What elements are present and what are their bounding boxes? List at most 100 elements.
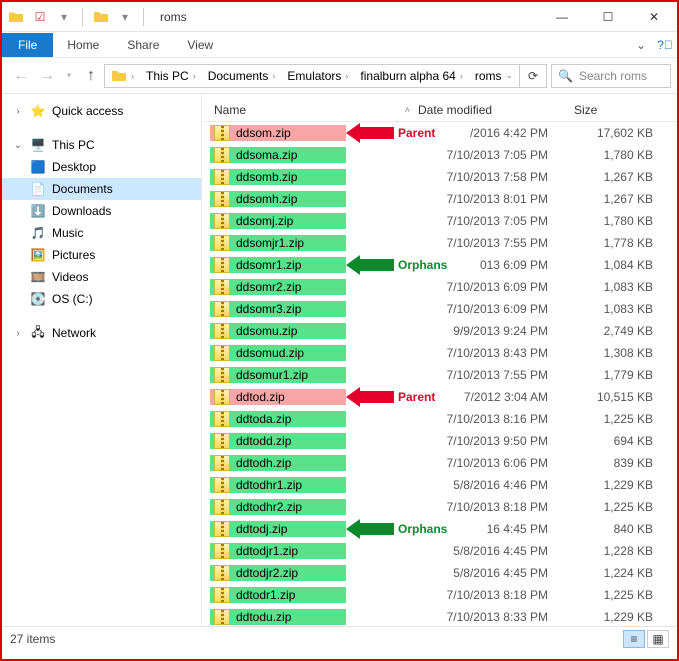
chevron-down-icon[interactable]: ⌄ — [12, 140, 24, 151]
nav-documents[interactable]: 📄Documents — [2, 178, 201, 200]
file-row[interactable]: ddtodjr1.zip5/8/2016 4:45 PM1,228 KB — [202, 540, 677, 562]
file-name-cell[interactable]: ddtodu.zip — [210, 609, 346, 625]
tab-file[interactable]: File — [2, 33, 53, 57]
chevron-right-icon[interactable]: › — [268, 71, 279, 81]
file-row[interactable]: ddsomud.zip7/10/2013 8:43 PM1,308 KB — [202, 342, 677, 364]
breadcrumb-emulators[interactable]: Emulators› — [281, 69, 354, 83]
close-button[interactable]: ✕ — [631, 2, 677, 32]
file-row[interactable]: ddtodd.zip7/10/2013 9:50 PM694 KB — [202, 430, 677, 452]
file-row[interactable]: ddsomjr1.zip7/10/2013 7:55 PM1,778 KB — [202, 232, 677, 254]
file-name-cell[interactable]: ddtodhr2.zip — [210, 499, 346, 515]
file-name-cell[interactable]: ddsom.zip — [210, 125, 346, 141]
chevron-right-icon[interactable]: › — [12, 106, 24, 117]
breadcrumb-this-pc[interactable]: This PC› — [140, 69, 202, 83]
file-name-cell[interactable]: ddtodjr1.zip — [210, 543, 346, 559]
tab-home[interactable]: Home — [53, 33, 113, 57]
file-name-cell[interactable]: ddsomjr1.zip — [210, 235, 346, 251]
breadcrumb-finalburn[interactable]: finalburn alpha 64› — [354, 69, 468, 83]
file-name-cell[interactable]: ddsomur1.zip — [210, 367, 346, 383]
nav-downloads[interactable]: ⬇️Downloads — [2, 200, 201, 222]
details-view-button[interactable]: ≡ — [623, 630, 645, 648]
chevron-right-icon[interactable]: › — [456, 71, 467, 81]
qat-dropdown-icon[interactable]: ▾ — [56, 9, 72, 25]
properties-icon[interactable]: ☑ — [32, 9, 48, 25]
file-row[interactable]: ddtoda.zip7/10/2013 8:16 PM1,225 KB — [202, 408, 677, 430]
titlebar: ☑ ▾ ▾ roms — ☐ ✕ — [2, 2, 677, 32]
file-name-cell[interactable]: ddsoma.zip — [210, 147, 346, 163]
file-name-cell[interactable]: ddsomb.zip — [210, 169, 346, 185]
qat-dropdown-icon[interactable]: ▾ — [117, 9, 133, 25]
refresh-button[interactable]: ⟳ — [519, 65, 546, 87]
history-dropdown-icon[interactable]: ▾ — [60, 63, 78, 89]
nav-pictures[interactable]: 🖼️Pictures — [2, 244, 201, 266]
breadcrumb-pc-icon[interactable]: › — [105, 68, 140, 84]
chevron-right-icon[interactable]: › — [341, 71, 352, 81]
file-row[interactable]: ddtodjr2.zip5/8/2016 4:45 PM1,224 KB — [202, 562, 677, 584]
file-row[interactable]: ddsomr2.zip7/10/2013 6:09 PM1,083 KB — [202, 276, 677, 298]
file-name-cell[interactable]: ddtodjr2.zip — [210, 565, 346, 581]
file-row[interactable]: ddsomu.zip9/9/2013 9:24 PM2,749 KB — [202, 320, 677, 342]
zip-icon — [214, 301, 230, 317]
up-button[interactable]: ↑ — [78, 63, 104, 89]
back-button[interactable]: ← — [8, 63, 34, 89]
file-name-cell[interactable]: ddsomu.zip — [210, 323, 346, 339]
file-row[interactable]: ddtodj.zip16 4:45 PM840 KB — [202, 518, 677, 540]
file-list[interactable]: ddsom.zip/2016 4:42 PM17,602 KBParentdds… — [202, 122, 677, 626]
tab-view[interactable]: View — [173, 33, 227, 57]
address-bar[interactable]: › This PC› Documents› Emulators› finalbu… — [104, 64, 547, 88]
breadcrumb-documents[interactable]: Documents› — [202, 69, 282, 83]
chevron-right-icon[interactable]: › — [12, 328, 24, 339]
breadcrumb-roms[interactable]: roms⌄ — [469, 69, 519, 83]
file-row[interactable]: ddtodhr2.zip7/10/2013 8:18 PM1,225 KB — [202, 496, 677, 518]
file-name-cell[interactable]: ddtodh.zip — [210, 455, 346, 471]
nav-videos[interactable]: 🎞️Videos — [2, 266, 201, 288]
file-row[interactable]: ddtodh.zip7/10/2013 6:06 PM839 KB — [202, 452, 677, 474]
chevron-right-icon[interactable]: › — [189, 71, 200, 81]
forward-button[interactable]: → — [34, 63, 60, 89]
nav-music[interactable]: 🎵Music — [2, 222, 201, 244]
nav-network[interactable]: › 🖧 Network — [2, 322, 201, 344]
file-name-cell[interactable]: ddsomh.zip — [210, 191, 346, 207]
file-row[interactable]: ddsomb.zip7/10/2013 7:58 PM1,267 KB — [202, 166, 677, 188]
chevron-down-icon[interactable]: ⌄ — [502, 70, 518, 81]
file-row[interactable]: ddsoma.zip7/10/2013 7:05 PM1,780 KB — [202, 144, 677, 166]
help-icon[interactable]: ?⃝ — [653, 38, 677, 52]
file-row[interactable]: ddsomur1.zip7/10/2013 7:55 PM1,779 KB — [202, 364, 677, 386]
column-size[interactable]: Size — [566, 103, 677, 117]
file-row[interactable]: ddtod.zip7/2012 3:04 AM10,515 KB — [202, 386, 677, 408]
file-name-cell[interactable]: ddtodhr1.zip — [210, 477, 346, 493]
file-row[interactable]: ddtodu.zip7/10/2013 8:33 PM1,229 KB — [202, 606, 677, 626]
nav-desktop[interactable]: 🟦Desktop — [2, 156, 201, 178]
nav-os-drive[interactable]: 💽OS (C:) — [2, 288, 201, 310]
column-name[interactable]: Name ˄ — [202, 103, 418, 117]
file-name-cell[interactable]: ddsomr2.zip — [210, 279, 346, 295]
chevron-right-icon[interactable]: › — [127, 71, 138, 81]
file-name-cell[interactable]: ddtodr1.zip — [210, 587, 346, 603]
file-name-cell[interactable]: ddsomj.zip — [210, 213, 346, 229]
file-row[interactable]: ddsom.zip/2016 4:42 PM17,602 KB — [202, 122, 677, 144]
file-row[interactable]: ddtodhr1.zip5/8/2016 4:46 PM1,229 KB — [202, 474, 677, 496]
file-name-cell[interactable]: ddtodd.zip — [210, 433, 346, 449]
file-row[interactable]: ddsomh.zip7/10/2013 8:01 PM1,267 KB — [202, 188, 677, 210]
file-name-cell[interactable]: ddtodj.zip — [210, 521, 346, 537]
file-name: ddsom.zip — [236, 126, 291, 140]
file-row[interactable]: ddsomr3.zip7/10/2013 6:09 PM1,083 KB — [202, 298, 677, 320]
file-row[interactable]: ddtodr1.zip7/10/2013 8:18 PM1,225 KB — [202, 584, 677, 606]
search-box[interactable]: 🔍 Search roms — [551, 64, 671, 88]
file-name-cell[interactable]: ddtod.zip — [210, 389, 346, 405]
minimize-button[interactable]: — — [539, 2, 585, 32]
nav-quick-access[interactable]: › ⭐ Quick access — [2, 100, 201, 122]
thumbnails-view-button[interactable]: ▦ — [647, 630, 669, 648]
file-name-cell[interactable]: ddtoda.zip — [210, 411, 346, 427]
column-date[interactable]: Date modified — [418, 103, 566, 117]
ribbon-collapse-icon[interactable]: ⌄ — [629, 38, 653, 52]
file-name-cell[interactable]: ddsomud.zip — [210, 345, 346, 361]
maximize-button[interactable]: ☐ — [585, 2, 631, 32]
nav-this-pc[interactable]: ⌄ 🖥️ This PC — [2, 134, 201, 156]
file-row[interactable]: ddsomr1.zip013 6:09 PM1,084 KB — [202, 254, 677, 276]
file-row[interactable]: ddsomj.zip7/10/2013 7:05 PM1,780 KB — [202, 210, 677, 232]
view-switcher: ≡ ▦ — [623, 630, 669, 648]
tab-share[interactable]: Share — [113, 33, 173, 57]
file-name-cell[interactable]: ddsomr3.zip — [210, 301, 346, 317]
file-name-cell[interactable]: ddsomr1.zip — [210, 257, 346, 273]
